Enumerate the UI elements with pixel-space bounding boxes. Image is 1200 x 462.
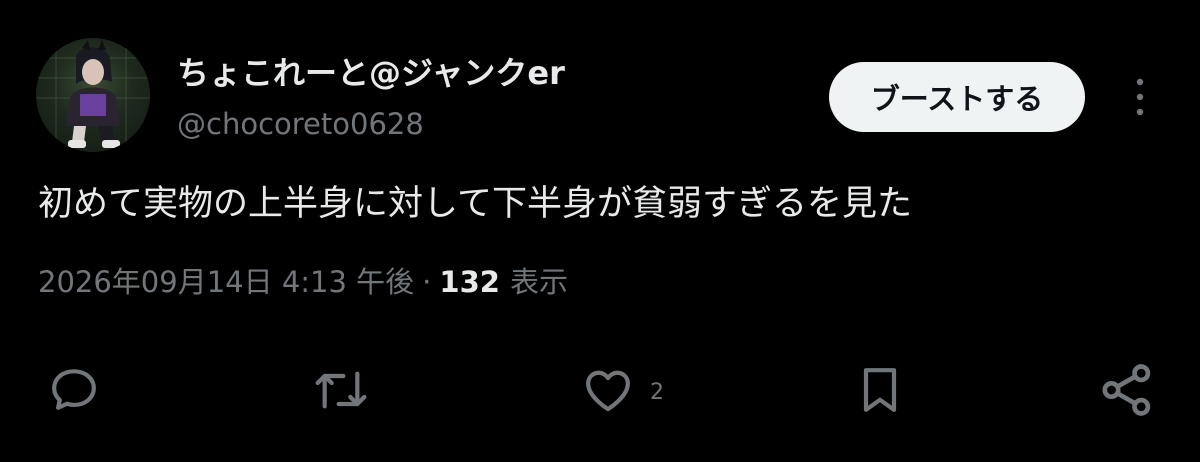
avatar-image [36,38,150,152]
post-card: ちょこれーと@ジャンクer @chocoreto0628 ブーストする 初めて実… [0,0,1200,462]
more-vertical-icon [1136,78,1144,116]
boost-button[interactable]: ブーストする [829,62,1085,132]
more-button[interactable] [1122,74,1158,120]
views-label: 表示 [509,265,568,299]
avatar[interactable] [36,38,150,152]
reply-button[interactable] [46,360,102,420]
bookmark-button[interactable] [852,360,908,420]
views-count: 132 [439,265,500,299]
like-count: 2 [650,380,664,405]
like-button[interactable]: 2 [580,360,664,420]
meta-separator: · [422,265,432,299]
share-button[interactable] [1096,360,1158,420]
heart-icon [586,370,630,412]
author-display-name[interactable]: ちょこれーと@ジャンクer [177,53,565,93]
reply-icon [52,369,96,410]
author-handle[interactable]: @chocoreto0628 [177,106,424,142]
repost-icon [315,371,367,409]
post-timestamp[interactable]: 2026年09月14日 4:13 午後 [38,262,414,302]
share-icon [1102,364,1151,416]
post-text: 初めて実物の上半身に対して下半身が貧弱すぎるを見た [38,184,912,224]
repost-button[interactable] [310,360,372,420]
post-meta: 2026年09月14日 4:13 午後 · 132 表示 [38,262,568,302]
bookmark-icon [863,368,897,412]
